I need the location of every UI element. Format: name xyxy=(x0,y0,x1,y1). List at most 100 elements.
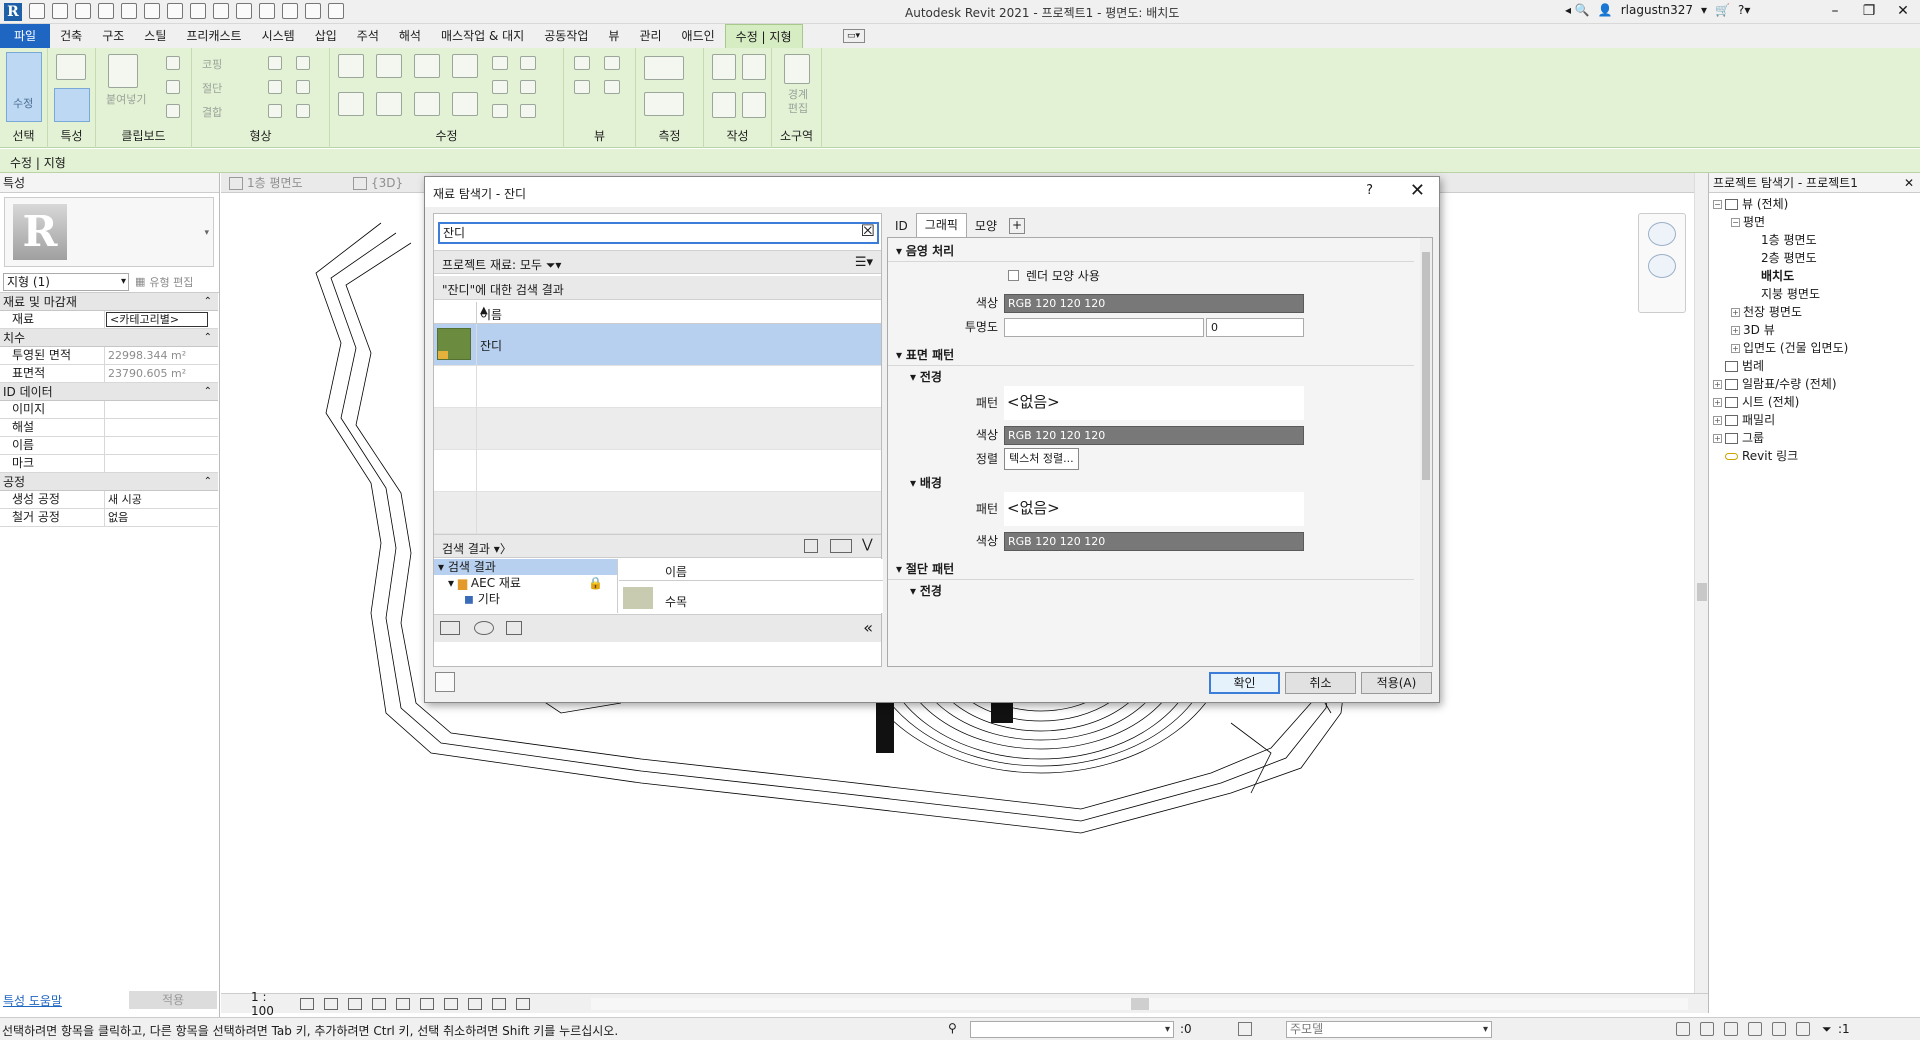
panel-label-select[interactable]: 선택 xyxy=(0,127,47,144)
horizontal-scrollbar[interactable] xyxy=(591,998,1688,1010)
switch-windows-icon[interactable] xyxy=(328,3,344,19)
group-phasing[interactable]: 공정 xyxy=(0,473,218,491)
tree-node-3d-views[interactable]: +3D 뷰 xyxy=(1709,321,1920,339)
surface-bg-color-field[interactable]: RGB 120 120 120 xyxy=(1004,532,1304,551)
3d-view-icon[interactable] xyxy=(259,3,275,19)
expand-icon[interactable]: + xyxy=(1731,325,1740,335)
zoom-icon[interactable] xyxy=(1648,254,1676,278)
library-item-name[interactable]: 수목 xyxy=(665,593,687,610)
dimension-icon[interactable] xyxy=(190,3,206,19)
split-face-icon[interactable] xyxy=(268,56,282,70)
align-icon[interactable] xyxy=(338,54,364,78)
select-pinned-icon[interactable] xyxy=(1724,1022,1738,1036)
library-view-icon[interactable] xyxy=(804,539,818,553)
copy-icon[interactable] xyxy=(376,92,402,116)
paint-icon[interactable] xyxy=(268,80,282,94)
dialog-help-button[interactable]: ? xyxy=(1366,183,1373,198)
cancel-button[interactable]: 취소 xyxy=(1285,672,1356,694)
tree-node-schedules[interactable]: + 일람표/수량 (전체) xyxy=(1709,375,1920,393)
view-scale[interactable]: 1 : 100 xyxy=(221,990,274,1018)
scroll-thumb[interactable] xyxy=(1131,998,1149,1010)
search-icon[interactable]: ◂ 🔍 xyxy=(1565,3,1590,17)
user-icon[interactable]: 👤 xyxy=(1598,3,1613,17)
create-parts-icon[interactable] xyxy=(742,54,766,80)
collapse-icon[interactable]: − xyxy=(1731,217,1740,227)
measure-distance-icon[interactable] xyxy=(644,56,684,80)
tree-node-revit-links[interactable]: Revit 링크 xyxy=(1709,447,1920,465)
material-row-grass[interactable]: 잔디 xyxy=(434,324,881,366)
editor-scrollbar[interactable] xyxy=(1420,238,1432,666)
transparency-slider[interactable] xyxy=(1004,318,1204,337)
redo-icon[interactable] xyxy=(121,3,137,19)
cut-foreground-heading[interactable]: 전경 xyxy=(910,582,942,600)
section-shading[interactable]: 음영 처리 xyxy=(888,240,1414,262)
print-icon[interactable] xyxy=(144,3,160,19)
render-appearance-checkbox[interactable] xyxy=(1008,270,1019,281)
cut-button[interactable]: 절단 xyxy=(202,80,222,96)
properties-apply-button[interactable]: 적용 xyxy=(129,991,217,1009)
image-value[interactable] xyxy=(105,401,218,418)
tree-node-sheets[interactable]: + 시트 (전체) xyxy=(1709,393,1920,411)
tree-node-site[interactable]: 배치도 xyxy=(1709,267,1920,285)
type-preview[interactable]: R ▾ xyxy=(4,197,214,267)
override-graphics-icon[interactable] xyxy=(574,56,590,70)
collapse-library-icon[interactable]: ⋁ xyxy=(862,537,876,552)
tab-appearance[interactable]: 모양 xyxy=(967,215,1005,237)
tree-node-floor-plans[interactable]: − 평면 xyxy=(1709,213,1920,231)
tab-identity[interactable]: ID xyxy=(887,215,916,237)
tab-annotate[interactable]: 주석 xyxy=(347,24,389,48)
properties-button[interactable] xyxy=(54,88,90,122)
expand-icon[interactable]: + xyxy=(1713,379,1722,389)
mirror-line-icon[interactable] xyxy=(452,54,478,78)
steering-wheel-icon[interactable] xyxy=(1648,222,1676,246)
tab-file[interactable]: 파일 xyxy=(0,24,51,48)
reveal-hidden-icon[interactable] xyxy=(492,997,506,1010)
move-icon[interactable] xyxy=(338,92,364,116)
sort-ascending-icon[interactable]: ▲ xyxy=(480,305,875,316)
library-column-header[interactable]: 이름 xyxy=(619,559,883,581)
texture-align-button[interactable]: 텍스처 정렬... xyxy=(1004,448,1079,470)
dialog-close-button[interactable]: ✕ xyxy=(1410,180,1425,201)
create-material-icon[interactable] xyxy=(474,621,494,635)
tab-precast[interactable]: 프리캐스트 xyxy=(176,24,251,48)
create-similar-icon[interactable] xyxy=(742,92,766,118)
filter-icon[interactable] xyxy=(604,80,620,94)
surface-fg-color-field[interactable]: RGB 120 120 120 xyxy=(1004,426,1304,445)
show-crop-icon[interactable] xyxy=(420,997,434,1010)
transparency-value[interactable]: 0 xyxy=(1206,318,1304,337)
editable-only-icon[interactable] xyxy=(1238,1022,1252,1036)
active-workset-dropdown[interactable] xyxy=(970,1021,1174,1038)
maximize-button[interactable]: ❐ xyxy=(1852,0,1886,24)
view-options-icon[interactable]: ☰▾ xyxy=(855,255,873,270)
tag-icon[interactable] xyxy=(213,3,229,19)
linework-icon[interactable] xyxy=(574,80,590,94)
scroll-thumb[interactable] xyxy=(1697,583,1707,601)
lock-view-icon[interactable] xyxy=(444,997,458,1010)
match-properties-icon[interactable] xyxy=(166,104,180,118)
open-icon[interactable] xyxy=(29,3,45,19)
unpin-icon[interactable] xyxy=(492,104,508,118)
tab-systems[interactable]: 시스템 xyxy=(252,24,305,48)
tab-steel[interactable]: 스틸 xyxy=(134,24,176,48)
offset-icon[interactable] xyxy=(376,54,402,78)
tree-node-views[interactable]: − 뷰 (전체) xyxy=(1709,195,1920,213)
measure-icon[interactable] xyxy=(167,3,183,19)
tree-node-level2[interactable]: 2층 평면도 xyxy=(1709,249,1920,267)
save-icon[interactable] xyxy=(52,3,68,19)
tab-graphics[interactable]: 그래픽 xyxy=(915,213,967,237)
rotate-icon[interactable] xyxy=(414,92,440,116)
ribbon-options-icon[interactable]: ▭▾ xyxy=(842,29,865,43)
group-materials[interactable]: 재료 및 마감재 xyxy=(0,293,218,311)
tab-collaborate[interactable]: 공동작업 xyxy=(534,24,598,48)
expand-icon[interactable]: + xyxy=(1731,307,1740,317)
select-links-icon[interactable] xyxy=(1676,1022,1690,1036)
mark-value[interactable] xyxy=(105,455,218,472)
shadows-icon[interactable] xyxy=(372,997,386,1010)
close-window-button[interactable]: ✕ xyxy=(1886,0,1920,24)
revit-logo-icon[interactable]: R xyxy=(4,3,22,21)
tab-addins[interactable]: 애드인 xyxy=(672,24,725,48)
join-button[interactable]: 결합 xyxy=(202,104,222,120)
add-asset-button[interactable]: + xyxy=(1009,218,1025,234)
view-tab-level1[interactable]: 1층 평면도 xyxy=(225,173,303,193)
vertical-scrollbar[interactable] xyxy=(1694,173,1708,993)
